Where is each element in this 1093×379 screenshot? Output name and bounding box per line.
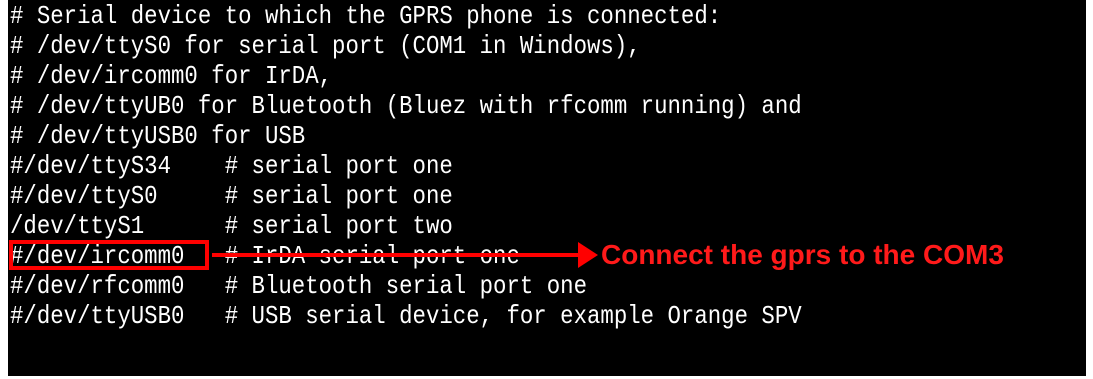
terminal-line: # /dev/ttyS0 for serial port (COM1 in Wi… xyxy=(10,31,641,61)
arrow-head-icon xyxy=(578,242,598,268)
terminal-line: # /dev/ircomm0 for IrDA, xyxy=(10,61,333,91)
terminal-line-highlighted: /dev/ttyS1 # serial port two xyxy=(10,211,453,241)
terminal-line: #/dev/ttyS34 # serial port one xyxy=(10,151,453,181)
terminal-line: # /dev/ttyUSB0 for USB xyxy=(10,121,306,151)
terminal-line: # /dev/ttyUB0 for Bluetooth (Bluez with … xyxy=(10,91,802,121)
terminal-window[interactable]: # Serial device to which the GPRS phone … xyxy=(8,0,1086,376)
arrow-line xyxy=(212,253,582,257)
terminal-line: #/dev/rfcomm0 # Bluetooth serial port on… xyxy=(10,271,587,301)
terminal-line: #/dev/ttyUSB0 # USB serial device, for e… xyxy=(10,301,802,331)
terminal-line: #/dev/ttyS0 # serial port one xyxy=(10,181,453,211)
terminal-line: # Serial device to which the GPRS phone … xyxy=(10,1,722,31)
highlight-box xyxy=(9,240,209,270)
annotation-text: Connect the gprs to the COM3 xyxy=(601,239,1004,270)
screenshot-canvas: # Serial device to which the GPRS phone … xyxy=(0,0,1093,379)
